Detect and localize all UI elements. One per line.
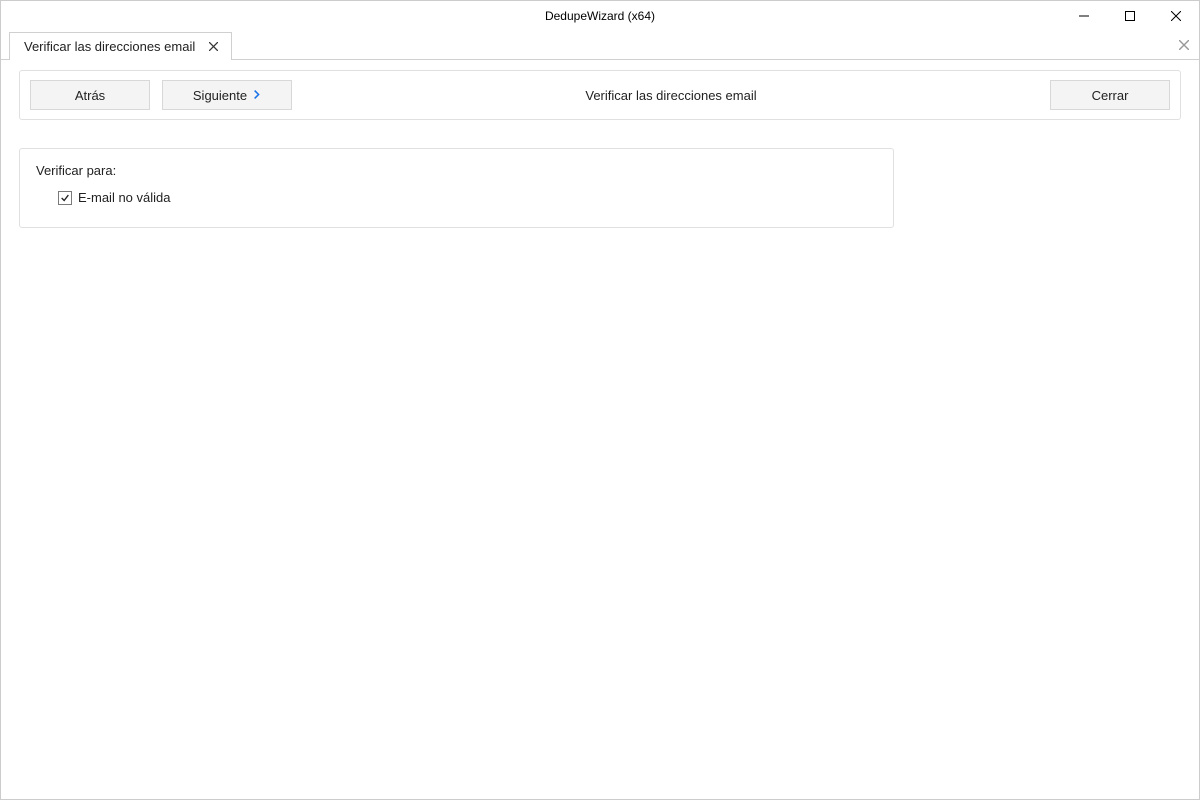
checkbox-label: E-mail no válida (78, 190, 171, 205)
tab-label: Verificar las direcciones email (24, 39, 195, 54)
toolbar-panel: Atrás Siguiente Verificar las direccione… (19, 70, 1181, 120)
page-title: Verificar las direcciones email (292, 88, 1050, 103)
maximize-icon (1125, 11, 1135, 21)
window-controls (1061, 1, 1199, 31)
tab-verify-email[interactable]: Verificar las direcciones email (9, 32, 232, 60)
chevron-right-icon (253, 88, 261, 103)
minimize-button[interactable] (1061, 1, 1107, 31)
content-area: Atrás Siguiente Verificar las direccione… (1, 60, 1199, 238)
titlebar: DedupeWizard (x64) (1, 1, 1199, 31)
back-button-label: Atrás (75, 88, 105, 103)
close-icon (209, 42, 218, 51)
maximize-button[interactable] (1107, 1, 1153, 31)
back-button[interactable]: Atrás (30, 80, 150, 110)
next-button-label: Siguiente (193, 88, 247, 103)
close-icon (1171, 11, 1181, 21)
verify-group-panel: Verificar para: E-mail no válida (19, 148, 894, 228)
tabstrip: Verificar las direcciones email (1, 31, 1199, 60)
close-button[interactable]: Cerrar (1050, 80, 1170, 110)
checkmark-icon (60, 193, 70, 203)
next-button[interactable]: Siguiente (162, 80, 292, 110)
minimize-icon (1079, 11, 1089, 21)
group-title: Verificar para: (36, 163, 877, 178)
close-icon (1179, 40, 1189, 50)
window-close-button[interactable] (1153, 1, 1199, 31)
tabstrip-close-button[interactable] (1179, 37, 1189, 55)
checkbox-invalid-email[interactable] (58, 191, 72, 205)
window-title: DedupeWizard (x64) (545, 9, 655, 23)
checkbox-row-invalid-email: E-mail no válida (58, 190, 877, 205)
close-button-label: Cerrar (1092, 88, 1129, 103)
tab-close-button[interactable] (205, 39, 221, 55)
